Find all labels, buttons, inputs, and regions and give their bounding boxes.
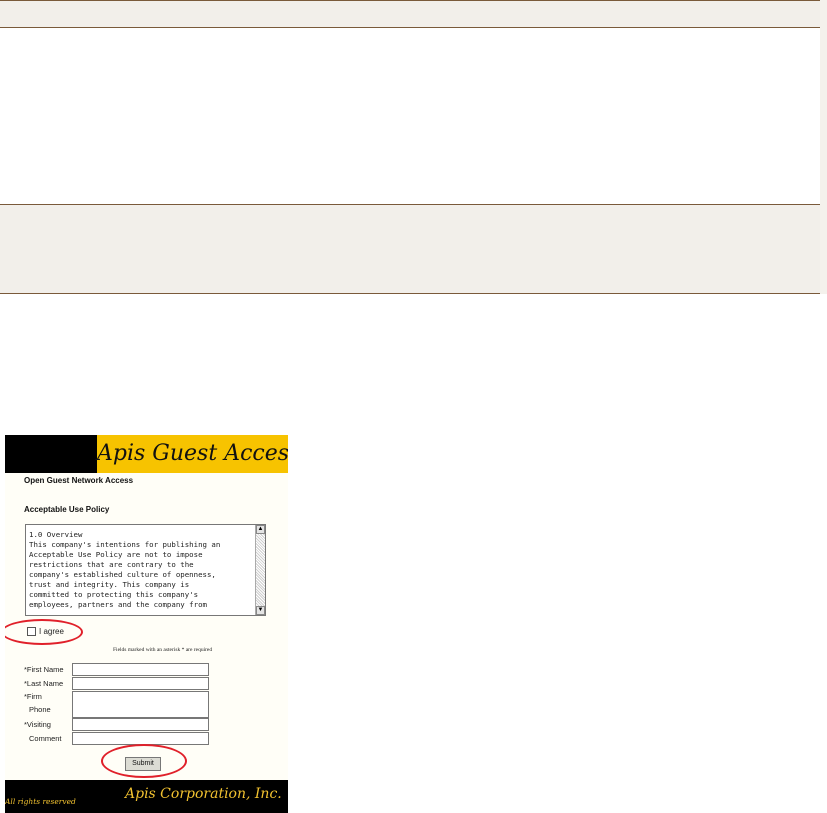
table-header-band xyxy=(0,0,827,28)
last-name-label: *Last Name xyxy=(24,679,64,688)
required-fields-note: Fields marked with an asterisk * are req… xyxy=(113,647,213,653)
highlight-oval-agree xyxy=(5,619,83,645)
last-name-input[interactable] xyxy=(72,677,209,690)
footer-corporation: Apis Corporation, Inc. xyxy=(125,786,282,802)
policy-scrollbar[interactable]: ▲ ▼ xyxy=(255,525,265,615)
policy-text: 1.0 Overview This company's intentions f… xyxy=(29,530,221,609)
scroll-up-icon[interactable]: ▲ xyxy=(256,525,265,534)
firm-label: *Firm xyxy=(24,692,42,701)
first-name-label: *First Name xyxy=(24,665,64,674)
scroll-down-icon[interactable]: ▼ xyxy=(256,606,265,615)
visiting-input[interactable] xyxy=(72,718,209,731)
comment-label: Comment xyxy=(29,734,62,743)
policy-heading: Acceptable Use Policy xyxy=(24,505,110,514)
guest-access-screenshot: Apis Guest Access Open Guest Network Acc… xyxy=(5,435,288,813)
banner-title: Apis Guest Access xyxy=(97,441,288,466)
policy-textarea[interactable]: 1.0 Overview This company's intentions f… xyxy=(25,524,266,616)
document-page: Apis Guest Access Open Guest Network Acc… xyxy=(0,0,827,813)
visiting-label: *Visiting xyxy=(24,720,51,729)
table-edge-strip xyxy=(820,0,827,294)
first-name-input[interactable] xyxy=(72,663,209,676)
page-heading: Open Guest Network Access xyxy=(24,476,134,485)
footer-rights: All rights reserved xyxy=(5,797,76,806)
table-row-band xyxy=(0,204,827,294)
highlight-oval-submit xyxy=(101,744,187,778)
footer-bar: All rights reserved Apis Corporation, In… xyxy=(5,780,288,813)
phone-label: Phone xyxy=(29,705,51,714)
firm-input[interactable] xyxy=(72,691,209,718)
